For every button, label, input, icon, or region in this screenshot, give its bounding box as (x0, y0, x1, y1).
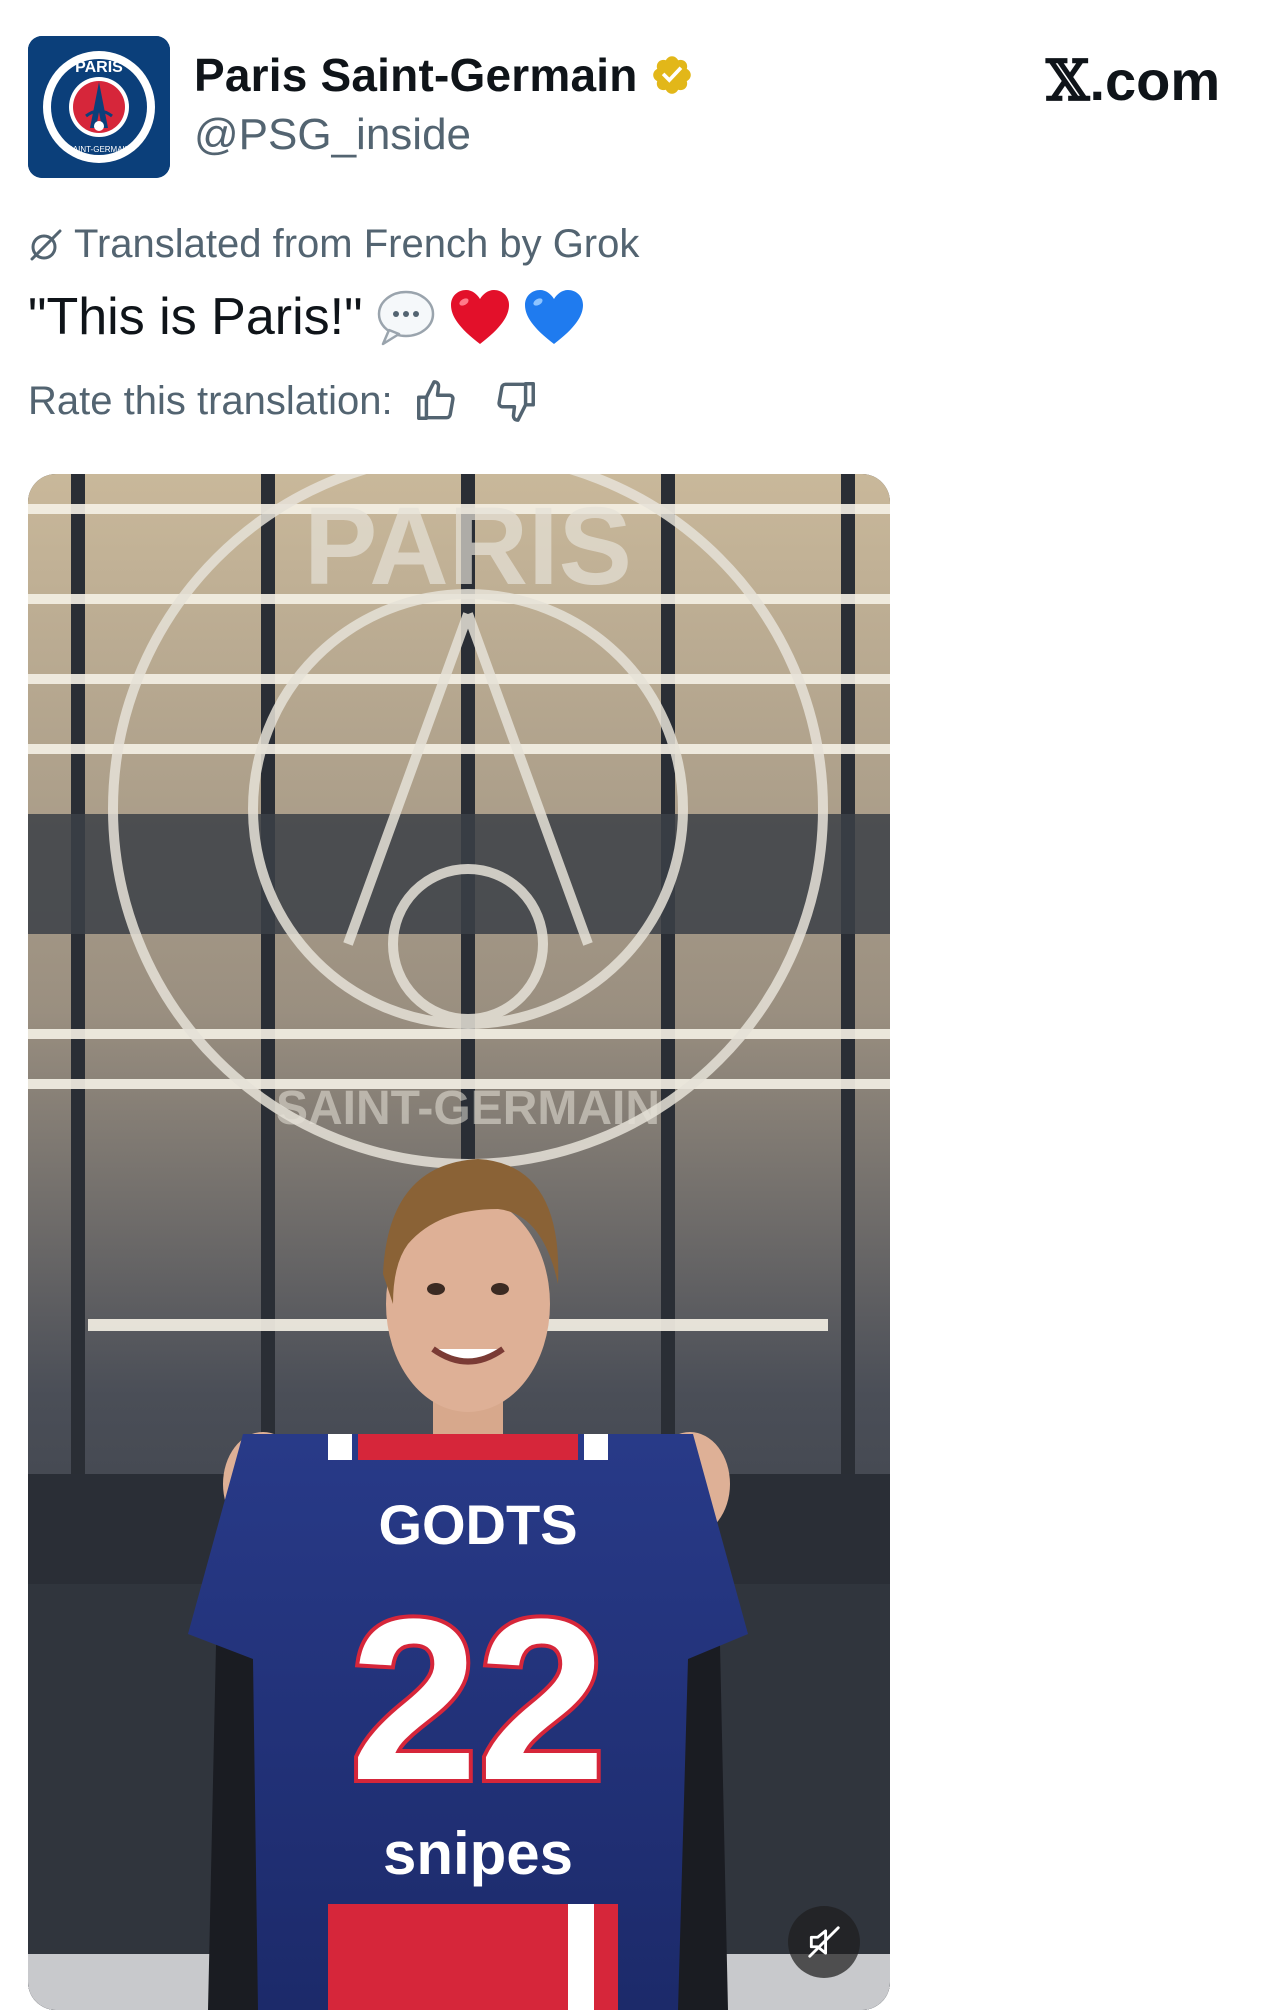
brand-suffix: .com (1089, 49, 1221, 112)
x-brand-logo: 𝕏 .com (1046, 48, 1220, 114)
translation-label: Translated from French by Grok (74, 222, 640, 266)
speech-bubble-emoji (377, 290, 434, 346)
account-avatar[interactable]: PARIS SAINT-GERMAIN (28, 36, 170, 178)
thumbs-down-icon[interactable] (493, 378, 539, 424)
account-handle[interactable]: @PSG_inside (194, 110, 471, 160)
jersey-number: 22 (350, 1571, 606, 1828)
building-logo-text: PARIS (304, 485, 632, 608)
thumbs-up-icon[interactable] (413, 378, 459, 424)
psg-crest-icon: PARIS SAINT-GERMAIN (28, 36, 170, 178)
post-text: "This is Paris!" (28, 288, 363, 346)
post-text-row: "This is Paris!" (28, 286, 585, 348)
translation-notice: Translated from French by Grok (28, 222, 639, 267)
avatar-text-bottom: SAINT-GERMAIN (67, 145, 130, 154)
muted-speaker-icon (808, 1926, 840, 1958)
blue-heart-emoji (524, 290, 583, 344)
mute-button[interactable] (788, 1906, 860, 1978)
jersey-name: GODTS (378, 1493, 577, 1556)
red-heart-emoji (450, 290, 509, 344)
building-logo-bottom: SAINT-GERMAIN (276, 1082, 660, 1135)
video-frame: PARIS SAINT-GERMAIN GODTS 22 snipes (28, 474, 890, 2010)
rate-translation-row: Rate this translation: (28, 378, 539, 424)
post-video[interactable]: PARIS SAINT-GERMAIN GODTS 22 snipes (28, 474, 890, 2010)
display-name-row: Paris Saint-Germain (194, 48, 694, 102)
grok-icon (30, 229, 62, 260)
avatar-text-top: PARIS (75, 59, 123, 76)
rate-label: Rate this translation: (28, 378, 393, 423)
post-screenshot: PARIS SAINT-GERMAIN Paris Saint-Germain … (0, 0, 1284, 2014)
display-name[interactable]: Paris Saint-Germain (194, 48, 638, 102)
jersey-sponsor: snipes (383, 1820, 573, 1887)
verified-badge-icon (652, 56, 691, 94)
x-logo-icon: 𝕏 (1046, 48, 1090, 114)
